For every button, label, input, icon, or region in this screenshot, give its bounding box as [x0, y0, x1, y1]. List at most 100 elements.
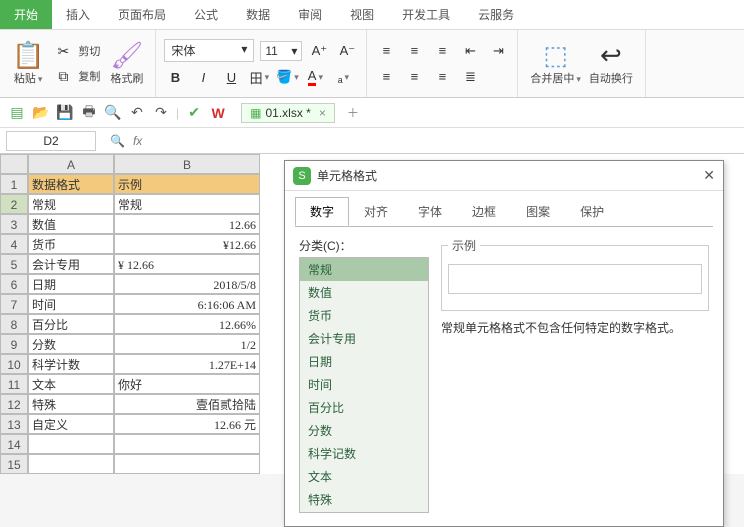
cell[interactable]: 6:16:06 AM [114, 294, 260, 314]
cell[interactable]: 时间 [28, 294, 114, 314]
cell[interactable]: ¥12.66 [114, 234, 260, 254]
cell[interactable] [114, 454, 260, 474]
merge-center-button[interactable]: ⬚ 合并居中 [526, 34, 585, 93]
row-header[interactable]: 14 [0, 434, 28, 454]
paste-button[interactable]: 📋 粘贴 [8, 40, 48, 87]
fill-color-button[interactable]: 🪣 [276, 66, 298, 88]
cell[interactable]: 12.66% [114, 314, 260, 334]
align-right-button[interactable]: ≡ [431, 66, 453, 88]
add-tab-button[interactable]: ＋ [347, 104, 359, 121]
cell[interactable]: 示例 [114, 174, 260, 194]
ribbon-tab-5[interactable]: 审阅 [284, 0, 336, 29]
cell[interactable]: 2018/5/8 [114, 274, 260, 294]
ribbon-tab-1[interactable]: 插入 [52, 0, 104, 29]
cell[interactable]: 1.27E+14 [114, 354, 260, 374]
cell[interactable]: 科学计数 [28, 354, 114, 374]
row-header[interactable]: 11 [0, 374, 28, 394]
col-header-b[interactable]: B [114, 154, 260, 174]
phonetic-button[interactable]: ₐ [332, 66, 354, 88]
row-header[interactable]: 1 [0, 174, 28, 194]
cell[interactable]: 分数 [28, 334, 114, 354]
underline-button[interactable]: U [220, 66, 242, 88]
cell[interactable]: 12.66 元 [114, 414, 260, 434]
row-header[interactable]: 6 [0, 274, 28, 294]
ribbon-tab-7[interactable]: 开发工具 [388, 0, 464, 29]
redo-icon[interactable]: ↷ [152, 104, 170, 122]
save-icon[interactable]: 💾 [56, 104, 74, 122]
file-tab[interactable]: ▦ 01.xlsx * × [241, 103, 335, 123]
category-item[interactable]: 日期 [300, 350, 428, 373]
category-item[interactable]: 分数 [300, 419, 428, 442]
cell[interactable]: 日期 [28, 274, 114, 294]
row-header[interactable]: 10 [0, 354, 28, 374]
align-bottom-button[interactable]: ≡ [431, 40, 453, 62]
cell[interactable]: 1/2 [114, 334, 260, 354]
align-middle-button[interactable]: ≡ [403, 40, 425, 62]
cell[interactable]: 文本 [28, 374, 114, 394]
indent-dec-button[interactable]: ⇤ [459, 40, 481, 62]
file-tab-close[interactable]: × [319, 106, 326, 120]
dialog-tab-1[interactable]: 对齐 [349, 197, 403, 226]
cell[interactable]: 数值 [28, 214, 114, 234]
ribbon-tab-0[interactable]: 开始 [0, 0, 52, 29]
category-item[interactable]: 货币 [300, 304, 428, 327]
dialog-tab-0[interactable]: 数字 [295, 197, 349, 226]
border-button[interactable]: 田 [248, 66, 270, 88]
ribbon-tab-2[interactable]: 页面布局 [104, 0, 180, 29]
category-item[interactable]: 百分比 [300, 396, 428, 419]
select-all-corner[interactable] [0, 154, 28, 174]
wps-icon[interactable]: W [209, 104, 227, 122]
category-list[interactable]: 常规数值货币会计专用日期时间百分比分数科学记数文本特殊自定义 [299, 257, 429, 513]
decrease-font-button[interactable]: A⁻ [336, 40, 358, 62]
increase-font-button[interactable]: A⁺ [308, 40, 330, 62]
ribbon-tab-4[interactable]: 数据 [232, 0, 284, 29]
row-header[interactable]: 3 [0, 214, 28, 234]
align-top-button[interactable]: ≡ [375, 40, 397, 62]
font-color-button[interactable]: A [304, 66, 326, 88]
checkmark-icon[interactable]: ✔ [185, 104, 203, 122]
cell[interactable]: 特殊 [28, 394, 114, 414]
ribbon-tab-6[interactable]: 视图 [336, 0, 388, 29]
dialog-close-button[interactable]: ✕ [703, 167, 715, 184]
font-size-select[interactable]: 11▾ [260, 41, 302, 61]
row-header[interactable]: 7 [0, 294, 28, 314]
format-painter-button[interactable]: 🖌 格式刷 [106, 40, 147, 87]
cell[interactable]: 数据格式 [28, 174, 114, 194]
print-icon[interactable]: 🖶 [80, 104, 98, 122]
cell[interactable]: 自定义 [28, 414, 114, 434]
dialog-tab-3[interactable]: 边框 [457, 197, 511, 226]
cell[interactable]: 常规 [114, 194, 260, 214]
cell[interactable]: 常规 [28, 194, 114, 214]
dialog-tab-4[interactable]: 图案 [511, 197, 565, 226]
copy-button[interactable]: ⧉复制 [54, 67, 100, 85]
category-item[interactable]: 特殊 [300, 488, 428, 511]
search-icon[interactable]: 🔍 [110, 134, 125, 148]
category-item[interactable]: 时间 [300, 373, 428, 396]
cell[interactable]: 壹佰贰拾陆 [114, 394, 260, 414]
fx-icon[interactable]: fx [133, 134, 142, 148]
category-item[interactable]: 会计专用 [300, 327, 428, 350]
dialog-tab-2[interactable]: 字体 [403, 197, 457, 226]
cell[interactable] [28, 434, 114, 454]
row-header[interactable]: 4 [0, 234, 28, 254]
ribbon-tab-8[interactable]: 云服务 [464, 0, 528, 29]
cut-button[interactable]: ✂剪切 [54, 42, 100, 60]
name-box[interactable]: D2 [6, 131, 96, 151]
undo-icon[interactable]: ↶ [128, 104, 146, 122]
row-header[interactable]: 12 [0, 394, 28, 414]
cell[interactable]: ¥ 12.66 [114, 254, 260, 274]
bold-button[interactable]: B [164, 66, 186, 88]
row-header[interactable]: 8 [0, 314, 28, 334]
col-header-a[interactable]: A [28, 154, 114, 174]
indent-inc-button[interactable]: ⇥ [487, 40, 509, 62]
dialog-tab-5[interactable]: 保护 [565, 197, 619, 226]
row-header[interactable]: 13 [0, 414, 28, 434]
cell[interactable]: 货币 [28, 234, 114, 254]
align-center-button[interactable]: ≡ [403, 66, 425, 88]
row-header[interactable]: 15 [0, 454, 28, 474]
preview-icon[interactable]: 🔍 [104, 104, 122, 122]
category-item[interactable]: 常规 [300, 258, 428, 281]
ribbon-tab-3[interactable]: 公式 [180, 0, 232, 29]
open-icon[interactable]: 📂 [32, 104, 50, 122]
cell[interactable] [114, 434, 260, 454]
